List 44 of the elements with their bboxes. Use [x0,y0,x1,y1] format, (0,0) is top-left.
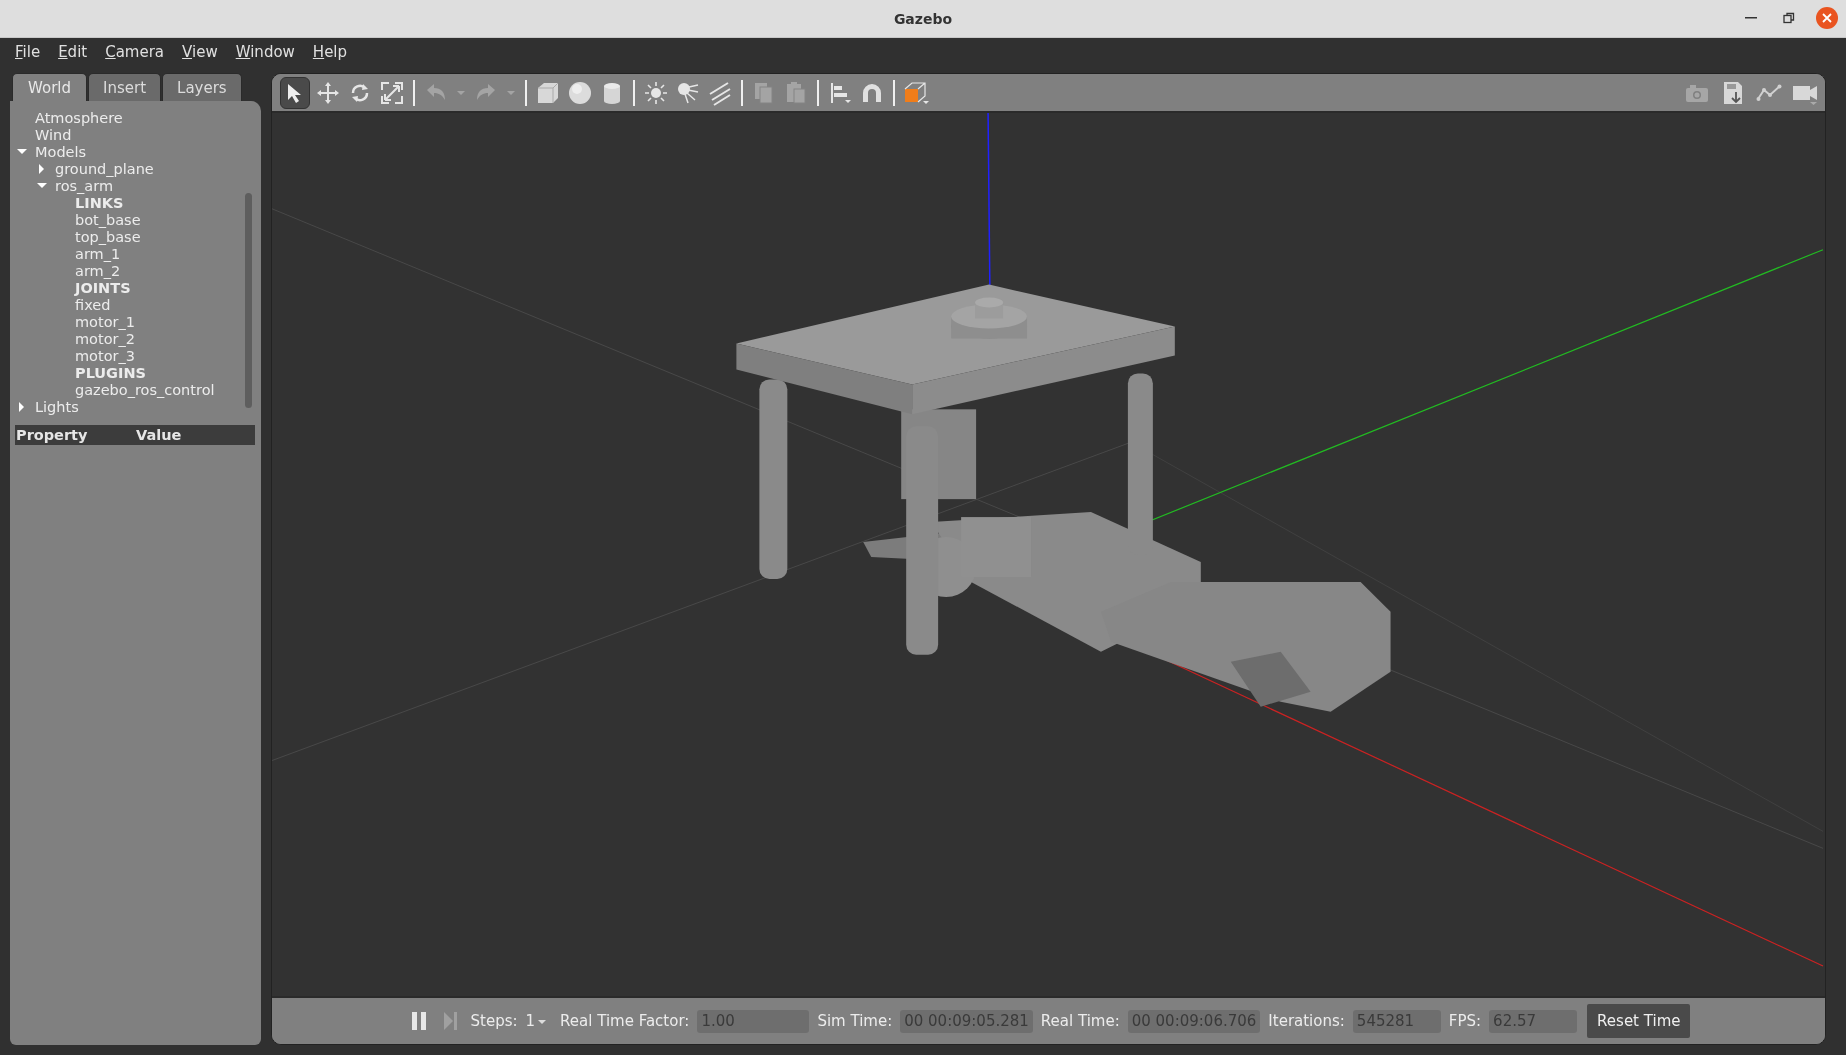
tree-item[interactable]: Atmosphere [35,109,123,126]
field-label: Real Time Factor: [560,1012,690,1030]
menu-item[interactable]: Camera [96,43,174,61]
tree-item[interactable]: Wind [35,126,72,143]
window-title: Gazebo [893,10,953,27]
close-button[interactable] [1816,7,1838,29]
tree-section-heading: JOINTS [75,279,131,296]
column-header: Value [135,427,183,443]
menu-item[interactable]: View [173,43,227,61]
tree-item[interactable]: gazebo_ros_control [75,381,215,398]
tree-item[interactable]: motor_1 [75,313,135,330]
column-header: Property [15,427,89,443]
tab[interactable]: World [12,73,87,101]
reset-time-button[interactable]: Reset Time [1587,1004,1691,1038]
tree-item[interactable]: Lights [35,398,79,415]
robot-arm-model-drawing[interactable] [736,284,1391,712]
tree-item[interactable]: fixed [75,296,111,313]
scrollbar[interactable] [245,193,252,408]
menu-item[interactable]: File [6,43,50,61]
menu-item[interactable]: Help [303,43,357,61]
tree-item[interactable]: arm_1 [75,245,121,262]
tree-item[interactable]: ros_arm [55,177,114,194]
tree-item[interactable]: motor_3 [75,347,135,364]
menu-item[interactable]: Window [226,43,304,61]
tree-item[interactable]: bot_base [75,211,141,228]
menu-item[interactable]: Edit [49,43,97,61]
field-label: Iterations: [1268,1012,1345,1030]
field-label: Real Time: [1040,1012,1120,1030]
select-icon[interactable] [280,76,310,109]
tab[interactable]: Insert [88,73,162,101]
3d-scene-viewport[interactable] [272,113,1825,996]
field-label: FPS: [1448,1012,1482,1030]
field-label: Sim Time: [817,1012,893,1030]
steps-label: Steps: [470,1012,518,1030]
tree-section-heading: LINKS [75,194,124,211]
tab[interactable]: Layers [162,73,242,101]
tree-item[interactable]: Models [35,143,87,160]
steps-spinner[interactable]: 1 [525,1012,547,1030]
tree-section-heading: PLUGINS [75,364,146,381]
tree-item[interactable]: ground_plane [55,160,154,177]
tree-item[interactable]: top_base [75,228,141,245]
tree-item[interactable]: arm_2 [75,262,121,279]
tree-item[interactable]: motor_2 [75,330,135,347]
close-icon[interactable] [1822,13,1832,23]
